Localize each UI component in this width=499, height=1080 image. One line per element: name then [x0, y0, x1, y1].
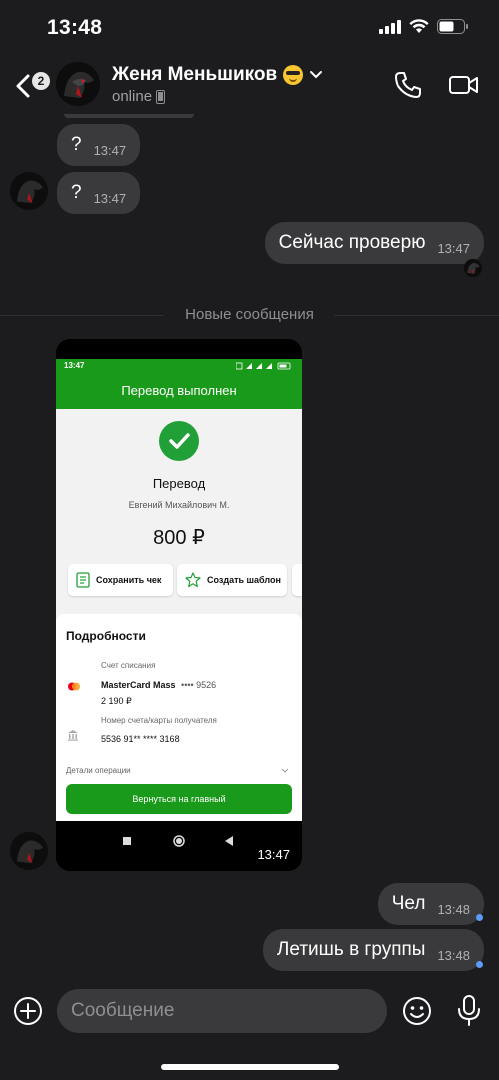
message-time: 13:47 — [257, 847, 290, 862]
recents-icon — [123, 837, 131, 845]
message-text: ? — [71, 182, 82, 203]
card-name: MasterCard Mass — [101, 680, 176, 690]
image-message[interactable]: 13:47 Перевод выполнен Перевод Евгений М… — [56, 339, 302, 871]
recipient-card: 5536 91** **** 3168 — [101, 734, 180, 744]
operation-details-row: Детали операции — [66, 766, 292, 775]
home-indicator[interactable] — [161, 1064, 339, 1070]
divider-label: Новые сообщения — [185, 306, 314, 323]
save-check-button: Сохранить чек — [68, 564, 173, 596]
debit-label: Счет списания — [101, 661, 156, 670]
message-text: Летишь в группы — [276, 939, 426, 960]
recipient-name: Евгений Михайлович М. — [128, 500, 230, 510]
return-home-button: Вернуться на главный — [66, 784, 292, 814]
unread-status-dot — [476, 961, 483, 968]
transfer-heading: Перевод — [152, 476, 206, 491]
sunglasses-emoji-icon — [283, 65, 304, 85]
phone-nav-bar — [56, 821, 302, 871]
message-time: 13:47 — [437, 240, 470, 256]
unread-count-badge: 2 — [32, 72, 50, 90]
transfer-title: Перевод выполнен — [56, 373, 302, 409]
unread-status-dot — [476, 914, 483, 921]
transfer-receipt: Перевод Евгений Михайлович М. 800 ₽ Сохр… — [56, 409, 302, 821]
read-receipt-avatar — [464, 259, 482, 277]
chat-header: 2 Женя Меньшиков online — [0, 56, 499, 116]
card-mask: •••• 9526 — [181, 680, 217, 690]
mobile-device-icon — [156, 89, 166, 104]
recipient-label: Номер счета/карты получателя — [101, 716, 217, 725]
contact-avatar[interactable] — [56, 62, 100, 106]
contact-name[interactable]: Женя Меньшиков — [112, 64, 323, 86]
sender-avatar[interactable] — [10, 172, 48, 210]
star-badge-icon — [185, 572, 201, 588]
back-triangle-icon — [225, 836, 233, 846]
message-text: Сейчас проверю — [278, 232, 426, 253]
attach-button[interactable] — [12, 995, 44, 1027]
outgoing-message[interactable]: Сейчас проверю 13:47 — [264, 222, 484, 264]
phone-status-time: 13:47 — [64, 361, 85, 370]
phone-icon — [395, 72, 421, 98]
plus-circle-icon — [14, 997, 42, 1025]
document-icon — [76, 572, 90, 588]
incoming-message[interactable]: ? 13:47 — [57, 172, 141, 214]
contact-status: online — [112, 88, 166, 105]
phone-status-icons — [236, 362, 291, 370]
battery-icon — [437, 19, 468, 34]
status-icons — [379, 19, 469, 34]
message-text: ? — [71, 134, 82, 155]
video-call-button[interactable] — [448, 70, 480, 100]
chevron-down-icon — [310, 71, 323, 79]
avatar-image — [56, 62, 100, 106]
card-balance: 2 190 ₽ — [101, 696, 132, 706]
voice-message-button[interactable] — [455, 994, 483, 1028]
incoming-message[interactable]: ? 13:47 — [57, 124, 141, 166]
new-messages-divider: Новые сообщения — [0, 306, 499, 326]
cellular-signal-icon — [379, 19, 401, 34]
wifi-icon — [409, 19, 429, 33]
video-camera-icon — [449, 76, 478, 94]
message-time: 13:47 — [93, 142, 127, 158]
card-line: MasterCard Mass •••• 9526 — [101, 680, 216, 690]
details-title: Подробности — [66, 629, 146, 643]
mastercard-icon — [68, 682, 80, 691]
smiley-icon — [403, 997, 431, 1025]
status-bar: 13:48 — [0, 0, 499, 56]
avatar-image — [10, 172, 48, 210]
message-input[interactable] — [57, 989, 387, 1033]
previous-bubble-edge — [64, 114, 194, 118]
avatar-image — [464, 259, 482, 277]
outgoing-message[interactable]: Летишь в группы 13:48 — [262, 929, 484, 971]
details-card: Подробности Счет списания MasterCard Mas… — [56, 614, 302, 821]
message-input-bar — [0, 985, 499, 1041]
message-time: 13:48 — [437, 901, 470, 917]
more-button-edge — [292, 564, 302, 596]
phone-status-bar: 13:47 — [56, 359, 302, 373]
transfer-amount: 800 ₽ — [153, 527, 205, 549]
message-time: 13:48 — [437, 947, 470, 963]
status-time: 13:48 — [47, 16, 103, 39]
outgoing-message[interactable]: Чел 13:48 — [377, 883, 484, 925]
call-button[interactable] — [393, 70, 423, 100]
message-time: 13:47 — [93, 190, 127, 206]
back-button[interactable]: 2 — [10, 66, 50, 102]
sender-avatar[interactable] — [10, 832, 48, 870]
message-text: Чел — [391, 893, 426, 914]
avatar-image — [10, 832, 48, 870]
microphone-icon — [458, 995, 480, 1026]
chevron-down-icon — [281, 768, 289, 773]
success-check-icon — [159, 421, 199, 461]
emoji-button[interactable] — [401, 995, 433, 1027]
home-icon — [173, 835, 185, 847]
bank-icon — [68, 730, 78, 741]
create-template-button: Создать шаблон — [177, 564, 287, 596]
